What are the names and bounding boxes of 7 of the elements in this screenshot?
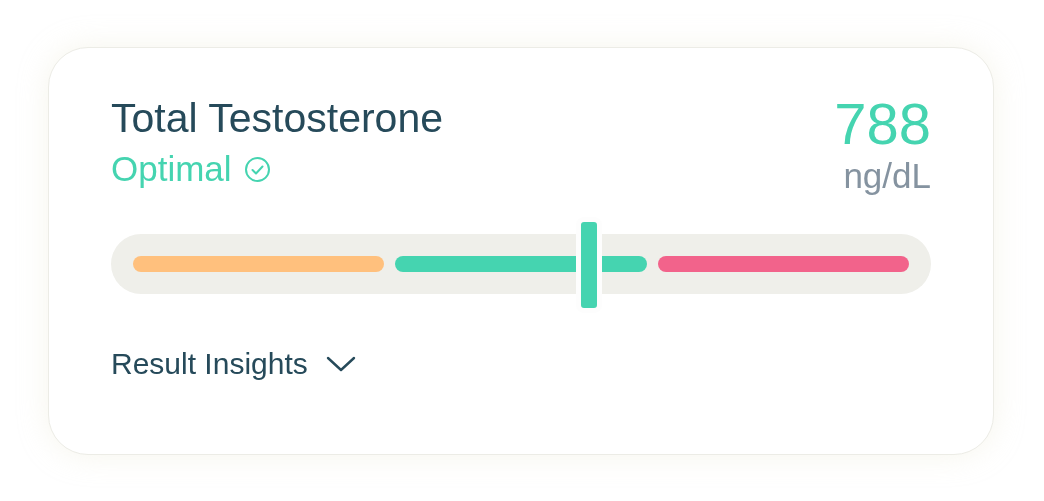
result-insights-toggle[interactable]: Result Insights xyxy=(111,347,356,381)
check-circle-icon xyxy=(243,155,271,183)
result-value: 788 xyxy=(834,92,931,156)
chevron-icon xyxy=(325,355,356,373)
test-name: Total Testosterone xyxy=(111,94,443,143)
unit-label: ng/dL xyxy=(843,156,931,196)
status-label: Optimal xyxy=(111,148,232,190)
